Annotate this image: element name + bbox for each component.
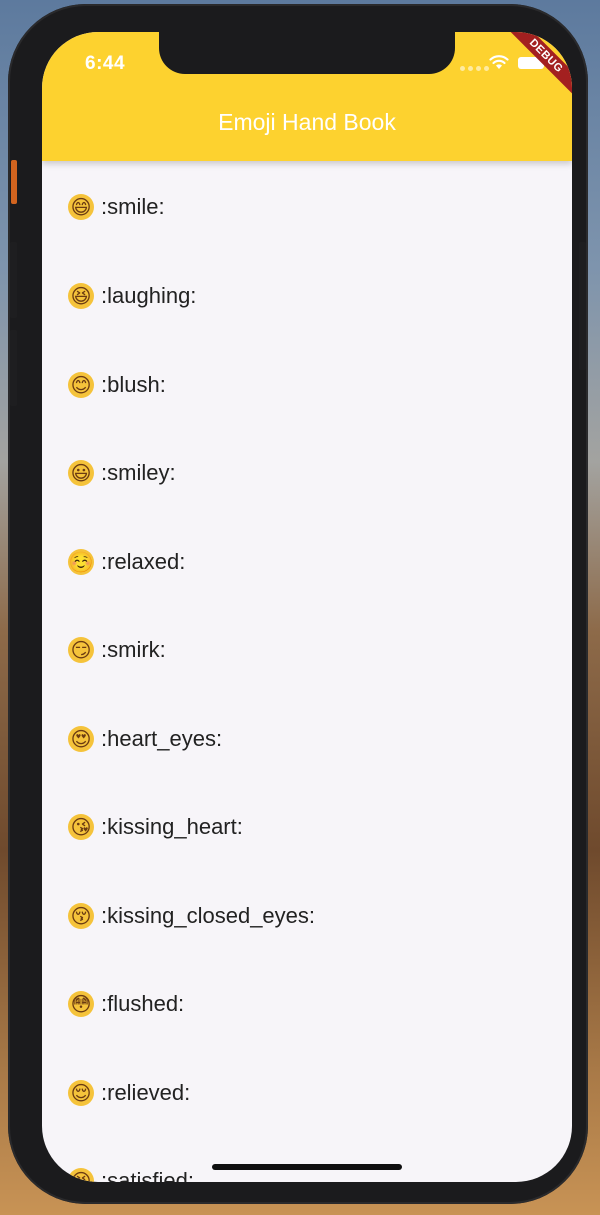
page-title: Emoji Hand Book bbox=[218, 109, 396, 135]
emoji-name: :kissing_heart: bbox=[101, 814, 243, 840]
emoji-icon: 😃 bbox=[68, 460, 94, 487]
list-item[interactable]: 😍 :heart_eyes: bbox=[42, 695, 572, 784]
home-indicator[interactable] bbox=[212, 1164, 402, 1170]
list-item[interactable]: 😳 :flushed: bbox=[42, 960, 572, 1049]
emoji-icon: 😌 bbox=[68, 1079, 94, 1106]
emoji-icon: 😚 bbox=[68, 902, 94, 929]
emoji-name: :flushed: bbox=[101, 991, 185, 1017]
list-item[interactable]: 😚 :kissing_closed_eyes: bbox=[42, 872, 572, 961]
emoji-name: :smirk: bbox=[101, 637, 166, 663]
volume-down-button bbox=[10, 330, 17, 406]
list-item[interactable]: 😄 :smile: bbox=[42, 161, 572, 252]
emoji-name: :kissing_closed_eyes: bbox=[101, 902, 316, 928]
emoji-icon: 😊 bbox=[68, 371, 94, 398]
emoji-icon: 😏 bbox=[68, 637, 94, 664]
emoji-name: :smiley: bbox=[101, 460, 176, 486]
phone-screen: 6:44 DEBUG Emoji Hand Book 😄 :smile: 😆 :… bbox=[42, 32, 572, 1182]
wifi-icon bbox=[489, 55, 509, 69]
list-item[interactable]: ☺️ :relaxed: bbox=[42, 518, 572, 607]
emoji-icon: 😆 bbox=[68, 283, 94, 310]
emoji-name: :blush: bbox=[101, 371, 166, 397]
notch bbox=[159, 32, 455, 74]
list-item[interactable]: 😃 :smiley: bbox=[42, 429, 572, 518]
cellular-signal-icon bbox=[460, 66, 489, 71]
emoji-icon: 😍 bbox=[68, 725, 94, 752]
list-item[interactable]: 😊 :blush: bbox=[42, 341, 572, 430]
emoji-name: :relieved: bbox=[101, 1079, 191, 1105]
list-item[interactable]: 😆 :satisfied: bbox=[42, 1137, 572, 1182]
status-time: 6:44 bbox=[85, 53, 126, 74]
emoji-icon: 😘 bbox=[68, 814, 94, 841]
volume-up-button bbox=[10, 242, 17, 318]
phone-frame: 6:44 DEBUG Emoji Hand Book 😄 :smile: 😆 :… bbox=[8, 4, 588, 1204]
emoji-name: :laughing: bbox=[101, 283, 197, 309]
emoji-name: :satisfied: bbox=[101, 1168, 194, 1182]
silent-switch bbox=[11, 160, 17, 204]
emoji-name: :relaxed: bbox=[101, 548, 186, 574]
list-item[interactable]: 😆 :laughing: bbox=[42, 252, 572, 341]
emoji-icon: 😆 bbox=[68, 1168, 94, 1182]
list-item[interactable]: 😘 :kissing_heart: bbox=[42, 783, 572, 872]
emoji-icon: 😳 bbox=[68, 991, 94, 1018]
emoji-name: :smile: bbox=[101, 193, 165, 219]
list-item[interactable]: 😌 :relieved: bbox=[42, 1049, 572, 1138]
emoji-list: 😄 :smile: 😆 :laughing: 😊 :blush: 😃 :smil… bbox=[42, 161, 572, 1182]
emoji-icon: 😄 bbox=[68, 193, 94, 220]
emoji-name: :heart_eyes: bbox=[101, 725, 223, 751]
list-item[interactable]: 😏 :smirk: bbox=[42, 606, 572, 695]
emoji-icon: ☺️ bbox=[68, 548, 94, 575]
power-button bbox=[579, 242, 586, 370]
